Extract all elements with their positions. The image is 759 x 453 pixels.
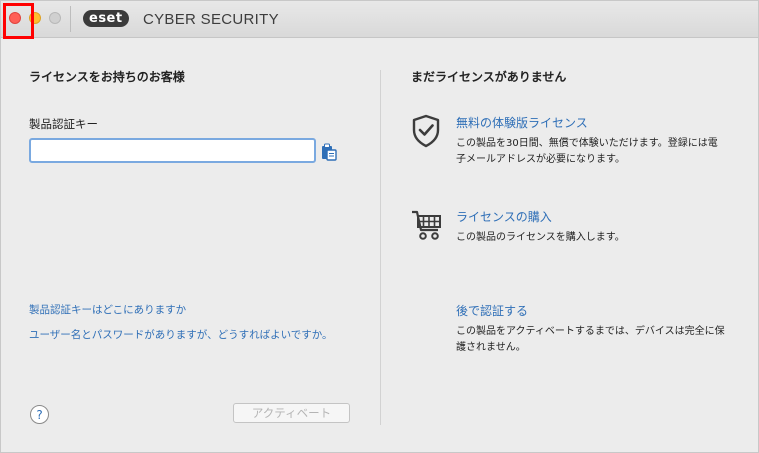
activate-later-desc-line: この製品をアクティベートするまでは、デバイスは完全に保 [456, 326, 725, 337]
eset-logo: eset [83, 10, 129, 27]
free-trial-description: この製品を30日間、無償で体験いただけます。登録には電 子メールアドレスが必要に… [456, 136, 736, 168]
app-window: eset CYBER SECURITY ライセンスをお持ちのお客様 製品認証キー… [0, 0, 759, 453]
activate-later-link[interactable]: 後で認証する [456, 302, 528, 319]
free-trial-desc-line: この製品を30日間、無償で体験いただけます。登録には電 [456, 138, 718, 149]
have-license-heading: ライセンスをお持ちのお客様 [29, 70, 185, 84]
paste-icon[interactable] [321, 143, 337, 161]
column-divider [380, 70, 381, 425]
buy-license-description: この製品のライセンスを購入します。 [456, 230, 736, 246]
highlight-box [3, 3, 34, 39]
title-separator [70, 6, 71, 32]
license-panel: ライセンスをお持ちのお客様 製品認証キー 製品認証キーはどこにありますか ユーザ… [1, 38, 758, 452]
activate-later-desc-line: 護されません。 [456, 342, 526, 353]
username-password-link[interactable]: ユーザー名とパスワードがありますが、どうすればよいですか。 [29, 327, 333, 342]
buy-license-desc-line: この製品のライセンスを購入します。 [456, 232, 625, 243]
activate-later-description: この製品をアクティベートするまでは、デバイスは完全に保 護されません。 [456, 324, 736, 356]
zoom-window-button[interactable] [49, 12, 61, 24]
product-key-input[interactable] [29, 138, 316, 163]
title-bar: eset CYBER SECURITY [1, 1, 758, 39]
activate-button[interactable]: アクティベート [233, 403, 350, 423]
buy-license-link[interactable]: ライセンスの購入 [456, 208, 552, 225]
free-trial-desc-line: 子メールアドレスが必要になります。 [456, 154, 625, 165]
help-button[interactable]: ? [30, 405, 49, 424]
shopping-cart-icon [412, 210, 441, 240]
where-is-key-link[interactable]: 製品認証キーはどこにありますか [29, 302, 186, 317]
shield-check-icon [412, 114, 440, 148]
product-key-label: 製品認証キー [29, 117, 98, 131]
app-title: CYBER SECURITY [143, 11, 279, 28]
free-trial-license-link[interactable]: 無料の体験版ライセンス [456, 114, 588, 131]
no-license-heading: まだライセンスがありません [411, 70, 567, 84]
